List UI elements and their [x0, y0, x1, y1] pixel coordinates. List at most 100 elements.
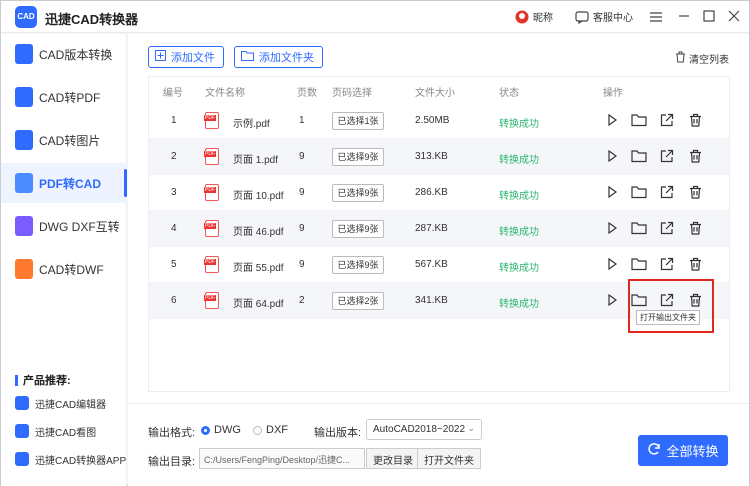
row-number: 3 [171, 187, 177, 198]
file-size: 341.KB [415, 295, 448, 306]
row-number: 6 [171, 295, 177, 306]
share-icon[interactable] [660, 257, 676, 273]
sidebar-item-cad-version[interactable]: CAD版本转换 [1, 34, 127, 74]
play-icon[interactable] [605, 293, 621, 309]
close-icon[interactable] [724, 7, 744, 27]
sidebar-item-dwg-dxf[interactable]: DWG DXF互转 [1, 206, 127, 246]
sidebar-item-label: PDF转CAD [39, 176, 101, 191]
convert-all-label: 全部转换 [666, 444, 719, 459]
refresh-icon [647, 442, 661, 459]
pdf-file-icon [204, 220, 219, 237]
clear-list-button[interactable]: 清空列表 [675, 51, 729, 66]
open-folder-icon[interactable] [631, 257, 647, 273]
row-number: 1 [171, 115, 177, 126]
row-number: 5 [171, 259, 177, 270]
play-icon[interactable] [605, 185, 621, 201]
open-folder-button[interactable]: 打开文件夹 [417, 448, 481, 469]
dwg-dxf-icon [15, 216, 33, 236]
convert-all-button[interactable]: 全部转换 [638, 435, 728, 466]
sidebar-item-cad-to-dwf[interactable]: CAD转DWF [1, 249, 127, 289]
cad-viewer-icon [15, 424, 29, 438]
open-folder-icon[interactable] [631, 185, 647, 201]
sidebar-item-cad-to-image[interactable]: CAD转图片 [1, 120, 127, 160]
share-icon[interactable] [660, 185, 676, 201]
nickname-button[interactable]: 昵称 [515, 9, 553, 24]
open-folder-tooltip: 打开输出文件夹 [636, 310, 700, 325]
promo-item-label: 迅捷CAD转换器APP [35, 455, 127, 467]
add-file-label: 添加文件 [171, 52, 215, 64]
format-dwg-radio[interactable]: DWG [201, 424, 241, 436]
service-center-button[interactable]: 客服中心 [575, 9, 633, 24]
promo-title: 产品推荐: [15, 372, 71, 388]
play-icon[interactable] [605, 257, 621, 273]
status-badge: 转换成功 [499, 299, 539, 310]
page-select-button[interactable]: 已选择9张 [332, 256, 384, 274]
page-select-button[interactable]: 已选择9张 [332, 220, 384, 238]
table-row: 2 页面 1.pdf 9 已选择9张 313.KB 转换成功 [149, 139, 729, 175]
promo-item-label: 迅捷CAD编辑器 [35, 399, 107, 411]
add-file-button[interactable]: 添加文件 [148, 46, 224, 68]
status-badge: 转换成功 [499, 119, 539, 130]
app-logo: CAD [15, 6, 37, 28]
change-dir-button[interactable]: 更改目录 [366, 448, 420, 469]
open-folder-icon[interactable] [631, 149, 647, 165]
sidebar-item-pdf-to-cad[interactable]: PDF转CAD [1, 163, 127, 203]
delete-icon[interactable] [689, 113, 705, 129]
sidebar-item-cad-to-pdf[interactable]: CAD转PDF [1, 77, 127, 117]
minimize-icon[interactable] [674, 7, 694, 27]
pdf-file-icon [204, 112, 219, 129]
chat-icon [575, 10, 589, 24]
pdf-to-cad-icon [15, 173, 33, 193]
format-dxf-radio[interactable]: DXF [253, 424, 288, 436]
delete-icon[interactable] [689, 149, 705, 165]
maximize-icon[interactable] [699, 7, 719, 27]
menu-icon[interactable] [646, 7, 666, 27]
play-icon[interactable] [605, 221, 621, 237]
page-select-button[interactable]: 已选择9张 [332, 184, 384, 202]
sidebar-item-label: CAD转图片 [39, 133, 101, 148]
page-select-button[interactable]: 已选择1张 [332, 112, 384, 130]
row-number: 2 [171, 151, 177, 162]
share-icon[interactable] [660, 149, 676, 165]
promo-item-label: 迅捷CAD看图 [35, 427, 97, 439]
table-row: 1 示例.pdf 1 已选择1张 2.50MB 转换成功 [149, 103, 729, 139]
trash-icon [675, 51, 686, 66]
cad-version-icon [15, 44, 33, 64]
file-name: 页面 1.pdf [233, 155, 279, 166]
play-icon[interactable] [605, 149, 621, 165]
file-size: 567.KB [415, 259, 448, 270]
promo-item-cad-editor[interactable]: 迅捷CAD编辑器 [15, 392, 127, 414]
add-folder-button[interactable]: 添加文件夹 [234, 46, 323, 68]
chevron-down-icon: ⌄ [467, 423, 475, 433]
version-select[interactable]: AutoCAD2018~2022 ⌄ [366, 419, 482, 440]
cad-app-icon [15, 452, 29, 466]
delete-icon[interactable] [689, 221, 705, 237]
play-icon[interactable] [605, 113, 621, 129]
share-icon[interactable] [660, 113, 676, 129]
header-pages: 页数 [297, 88, 317, 99]
file-size: 2.50MB [415, 115, 450, 126]
pdf-file-icon [204, 256, 219, 273]
file-name: 页面 64.pdf [233, 299, 284, 310]
sidebar-item-label: DWG DXF互转 [39, 219, 120, 234]
table-row: 5 页面 55.pdf 9 已选择9张 567.KB 转换成功 [149, 247, 729, 283]
open-folder-icon[interactable] [631, 113, 647, 129]
file-size: 287.KB [415, 223, 448, 234]
avatar-icon [515, 10, 529, 24]
share-icon[interactable] [660, 221, 676, 237]
file-size: 286.KB [415, 187, 448, 198]
file-table: 编号 文件名称 页数 页码选择 文件大小 状态 操作 1 示例.pdf 1 已选择1张… [148, 76, 730, 392]
page-select-button[interactable]: 已选择2张 [332, 292, 384, 310]
delete-icon[interactable] [689, 185, 705, 201]
page-select-button[interactable]: 已选择9张 [332, 148, 384, 166]
output-dir-field[interactable]: C:/Users/FengPing/Desktop/迅捷C... [199, 448, 365, 469]
open-folder-icon[interactable] [631, 221, 647, 237]
page-count: 1 [299, 115, 305, 126]
delete-icon[interactable] [689, 257, 705, 273]
radio-dot [253, 425, 262, 435]
promo-item-cad-viewer[interactable]: 迅捷CAD看图 [15, 420, 127, 442]
promo-item-cad-app[interactable]: 迅捷CAD转换器APP [15, 448, 127, 470]
page-count: 9 [299, 223, 305, 234]
title-bar: CAD 迅捷CAD转换器 昵称 客服中心 [1, 1, 749, 33]
cad-editor-icon [15, 396, 29, 410]
